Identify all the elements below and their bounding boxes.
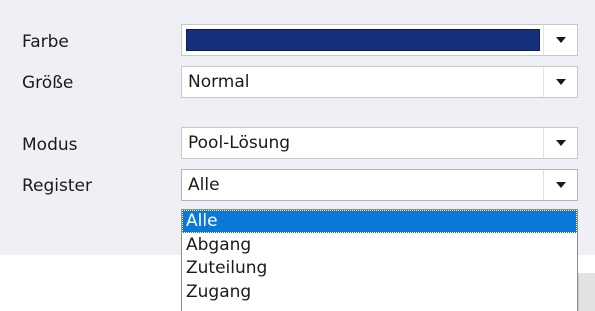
chevron-down-icon: [556, 182, 566, 188]
register-dropdown-button[interactable]: [543, 170, 577, 200]
chevron-down-icon: [556, 79, 566, 85]
register-option-zugang[interactable]: Zugang: [182, 281, 577, 304]
register-label: Register: [22, 176, 92, 196]
color-label: Farbe: [22, 32, 69, 52]
size-label: Größe: [22, 73, 74, 93]
scroll-button[interactable]: [578, 273, 595, 311]
mode-select[interactable]: Pool-Lösung: [181, 127, 578, 159]
size-select[interactable]: Normal: [181, 66, 578, 98]
chevron-down-icon: [556, 37, 566, 43]
color-select[interactable]: [181, 24, 578, 56]
register-select-value: Alle: [188, 175, 220, 195]
chevron-down-icon: [556, 140, 566, 146]
mode-select-value: Pool-Lösung: [188, 133, 291, 153]
register-option-abgang[interactable]: Abgang: [182, 234, 577, 257]
register-option-alle[interactable]: Alle: [182, 210, 577, 233]
register-dropdown-list: Alle Abgang Zuteilung Zugang: [181, 209, 578, 311]
color-swatch: [186, 29, 540, 51]
register-option-zuteilung[interactable]: Zuteilung: [182, 257, 577, 280]
size-select-value: Normal: [188, 72, 250, 92]
register-select[interactable]: Alle: [181, 169, 578, 201]
mode-label: Modus: [22, 135, 78, 155]
size-dropdown-button[interactable]: [543, 67, 577, 97]
color-dropdown-button[interactable]: [543, 25, 577, 55]
mode-dropdown-button[interactable]: [543, 128, 577, 158]
